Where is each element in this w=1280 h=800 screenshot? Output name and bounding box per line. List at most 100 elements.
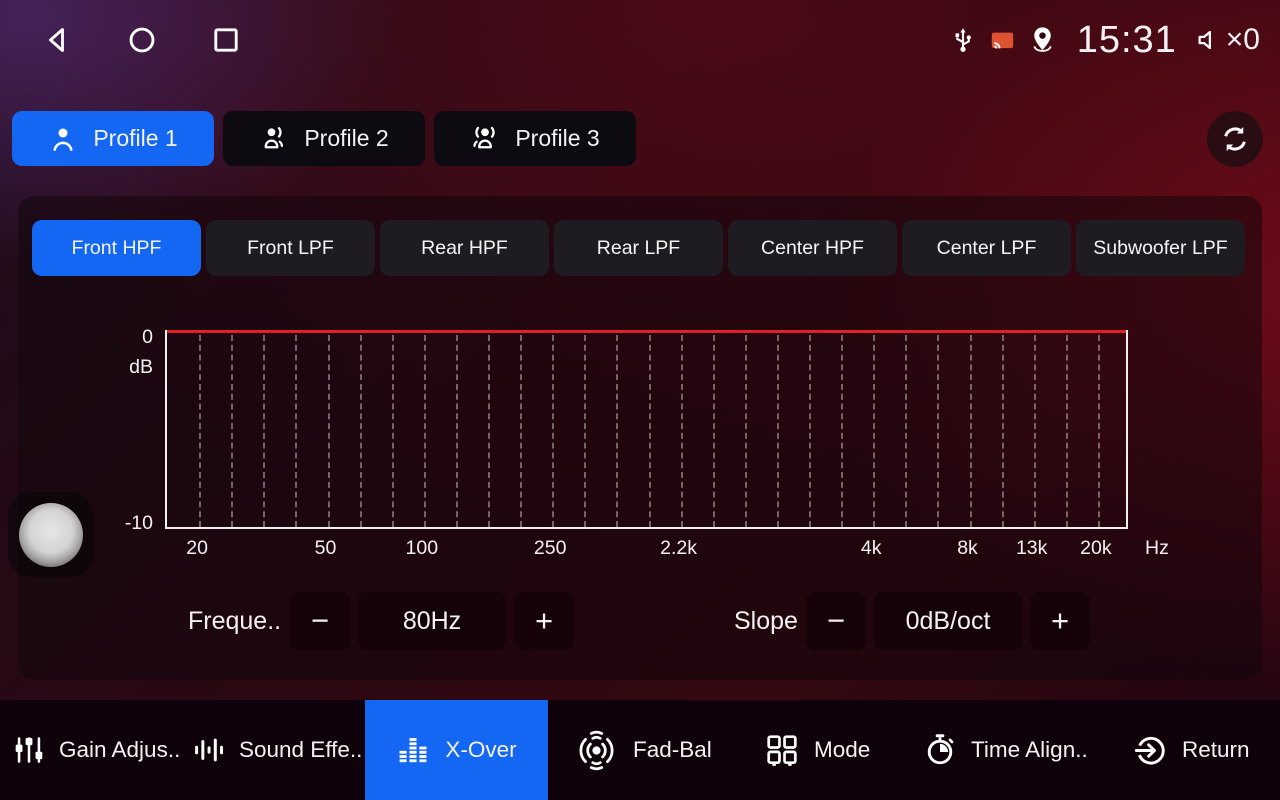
- plot-area: [165, 330, 1128, 529]
- gridline: [456, 335, 458, 527]
- nav-item-label: X-Over: [445, 737, 516, 763]
- gridline: [649, 335, 651, 527]
- person-icon: [48, 124, 78, 154]
- floating-volume-knob[interactable]: [8, 492, 93, 577]
- x-axis-unit: Hz: [1145, 537, 1169, 560]
- profile-tab-2[interactable]: Profile 2: [223, 111, 425, 166]
- gridline: [584, 335, 586, 527]
- gridline: [713, 335, 715, 527]
- x-tick-label: 20: [186, 537, 208, 560]
- gridline: [199, 335, 201, 527]
- filter-tab-front-hpf[interactable]: Front HPF: [32, 220, 201, 276]
- x-tick-label: 100: [406, 537, 439, 560]
- gridline: [745, 335, 747, 527]
- nav-sound-effe[interactable]: Sound Effe..: [192, 700, 362, 800]
- slope-label: Slope: [734, 592, 798, 650]
- nav-mode[interactable]: Mode: [763, 700, 870, 800]
- volume-level: ×0: [1226, 23, 1260, 57]
- nav-item-label: Mode: [814, 737, 870, 763]
- y-tick-0: 0: [142, 326, 153, 349]
- profile-tabs: Profile 1 Profile 2 Profile 3: [12, 111, 636, 166]
- nav-time-align[interactable]: Time Align..: [922, 700, 1088, 800]
- status-right: 15:31 ×0: [948, 19, 1280, 62]
- mixer-sliders-icon: [12, 733, 46, 767]
- filter-tab-subwoofer-lpf[interactable]: Subwoofer LPF: [1076, 220, 1245, 276]
- gridline: [520, 335, 522, 527]
- profile-tab-3[interactable]: Profile 3: [434, 111, 636, 166]
- slope-value: 0dB/oct: [874, 592, 1022, 650]
- filter-tab-center-hpf[interactable]: Center HPF: [728, 220, 897, 276]
- frequency-plus-button[interactable]: +: [514, 592, 574, 650]
- frequency-minus-button[interactable]: −: [290, 592, 350, 650]
- x-tick-label: 4k: [861, 537, 882, 560]
- volume-indicator: ×0: [1194, 23, 1260, 57]
- return-arrow-icon: [1132, 732, 1169, 769]
- frequency-response-chart: 0 dB -10 Hz 20501002502.2k4k8k13k20k: [165, 330, 1128, 529]
- filter-tab-center-lpf[interactable]: Center LPF: [902, 220, 1071, 276]
- nav-fad-bal[interactable]: Fad-Bal: [573, 700, 712, 800]
- nav-item-label: Gain Adjus..: [59, 737, 180, 763]
- x-tick-label: 250: [534, 537, 567, 560]
- stopwatch-icon: [922, 732, 958, 768]
- gridline: [873, 335, 875, 527]
- gridline: [552, 335, 554, 527]
- filter-tab-rear-lpf[interactable]: Rear LPF: [554, 220, 723, 276]
- nav-item-label: Return: [1182, 737, 1250, 763]
- gridline: [777, 335, 779, 527]
- nav-gain-adjus[interactable]: Gain Adjus..: [12, 700, 180, 800]
- system-nav: [0, 22, 244, 58]
- refresh-button[interactable]: [1207, 111, 1263, 167]
- gridline: [488, 335, 490, 527]
- profile-tab-1[interactable]: Profile 1: [12, 111, 214, 166]
- x-tick-label: 20k: [1080, 537, 1111, 560]
- usb-icon: [948, 25, 978, 55]
- x-tick-label: 8k: [957, 537, 978, 560]
- crossover-panel: Front HPFFront LPFRear HPFRear LPFCenter…: [18, 196, 1262, 680]
- gridline: [231, 335, 233, 527]
- profile-tab-label: Profile 3: [515, 125, 599, 152]
- gridline: [1066, 335, 1068, 527]
- frequency-value: 80Hz: [358, 592, 506, 650]
- back-icon[interactable]: [40, 22, 76, 58]
- filter-tab-rear-hpf[interactable]: Rear HPF: [380, 220, 549, 276]
- surround-sound-icon: [573, 727, 620, 774]
- home-icon[interactable]: [124, 22, 160, 58]
- refresh-icon: [1220, 124, 1250, 154]
- gridline: [424, 335, 426, 527]
- gridline: [616, 335, 618, 527]
- profile-tab-label: Profile 1: [93, 125, 177, 152]
- x-tick-label: 2.2k: [660, 537, 697, 560]
- person-broadcast-icon: [470, 124, 500, 154]
- gridline: [841, 335, 843, 527]
- status-icons: [948, 25, 1058, 56]
- waveform-icon: [192, 733, 226, 767]
- knob-circle: [19, 503, 83, 567]
- status-bar: 15:31 ×0: [0, 0, 1280, 80]
- slope-minus-button[interactable]: −: [806, 592, 866, 650]
- filter-tabs: Front HPFFront LPFRear HPFRear LPFCenter…: [32, 220, 1245, 276]
- filter-tab-front-lpf[interactable]: Front LPF: [206, 220, 375, 276]
- location-icon: [1027, 25, 1058, 56]
- gridline: [263, 335, 265, 527]
- nav-return[interactable]: Return: [1132, 700, 1250, 800]
- frequency-label: Freque..: [188, 592, 281, 650]
- cast-icon: [989, 27, 1016, 54]
- gridline: [392, 335, 394, 527]
- gridline: [360, 335, 362, 527]
- clock: 15:31: [1077, 19, 1177, 62]
- y-axis-unit: dB: [129, 356, 153, 379]
- nav-item-label: Fad-Bal: [633, 737, 712, 763]
- profile-tab-label: Profile 2: [304, 125, 388, 152]
- y-tick-min: -10: [125, 512, 153, 535]
- bottom-nav-bar: Gain Adjus.. Sound Effe.. X-Over Fad-Bal Mod…: [0, 700, 1280, 800]
- slope-plus-button[interactable]: +: [1030, 592, 1090, 650]
- recents-icon[interactable]: [208, 22, 244, 58]
- gridline: [1034, 335, 1036, 527]
- gridline: [681, 335, 683, 527]
- gridline: [1002, 335, 1004, 527]
- x-tick-label: 50: [315, 537, 337, 560]
- gridline: [328, 335, 330, 527]
- nav-item-label: Sound Effe..: [239, 737, 362, 763]
- person-sound-icon: [259, 124, 289, 154]
- nav-x-over[interactable]: X-Over: [365, 700, 548, 800]
